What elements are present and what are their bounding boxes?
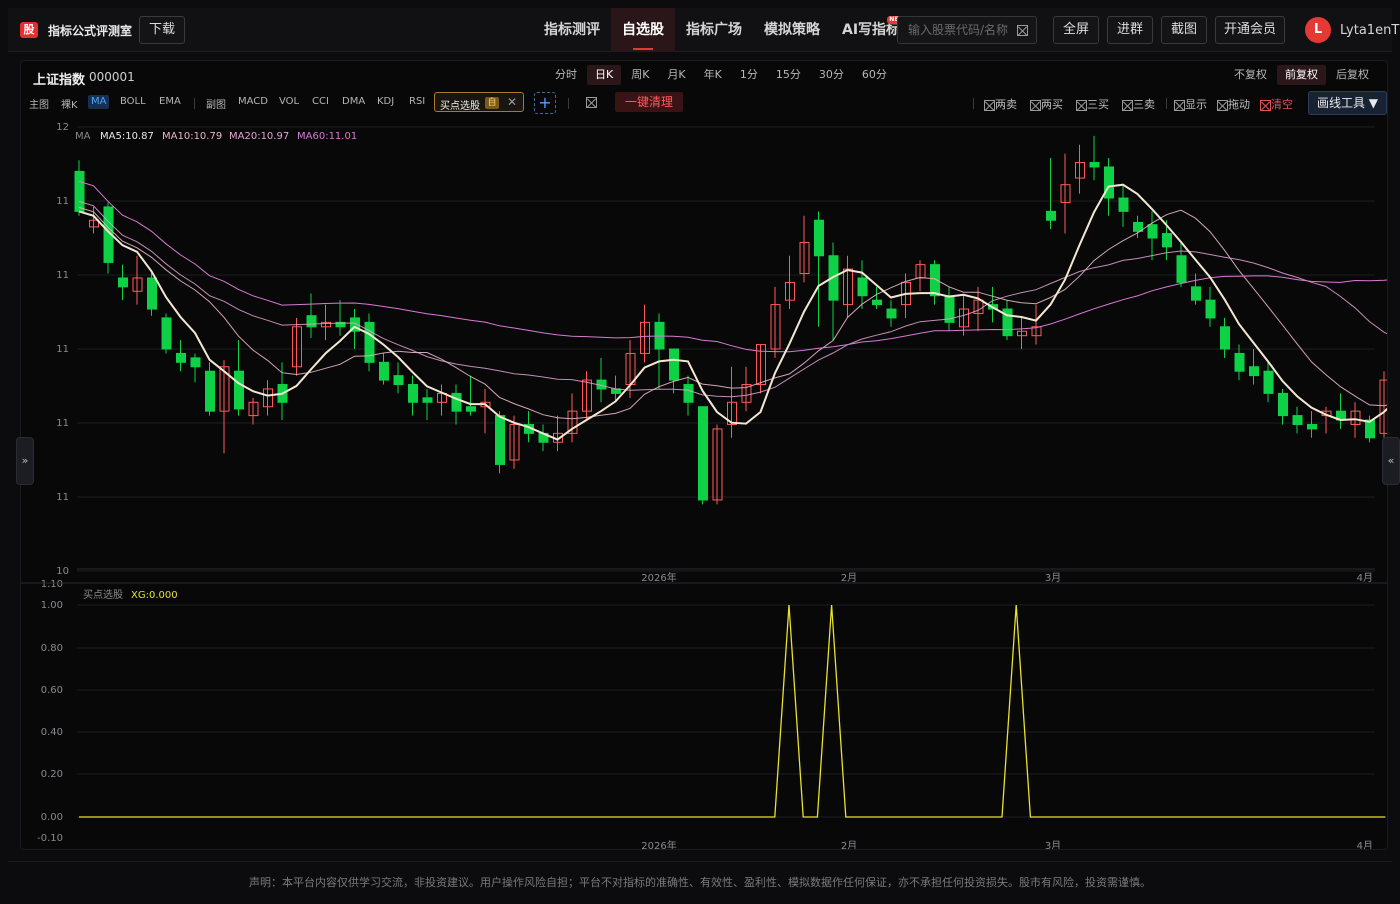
candle-body <box>683 384 694 403</box>
candle-body <box>1292 415 1303 425</box>
candle-body <box>234 370 244 410</box>
sub-y-tick-label: 1.10 <box>41 579 63 590</box>
candle-body <box>190 357 201 368</box>
ma-legend-1: MA5:10.87 <box>100 131 154 142</box>
fullscreen-button[interactable]: 全屏 <box>1053 16 1099 44</box>
nav-sim-strategy[interactable]: 模拟策略 <box>753 8 831 52</box>
candle-body <box>669 348 679 381</box>
candle-body <box>1089 162 1100 168</box>
nav-ai-indicator-label: AI写指标 <box>842 22 901 38</box>
disclaimer: 声明：本平台内容仅供学习交流，非投资建议。用户操作风险自担；平台不对指标的准确性… <box>8 861 1392 900</box>
y-tick-label: 11 <box>56 418 69 429</box>
candle-body <box>1278 392 1288 417</box>
main-nav: 指标测评 自选股 指标广场 模拟策略 AI写指标NEW <box>533 8 911 52</box>
sub-x-tick-label: 3月 <box>1045 840 1061 849</box>
candle-body <box>1205 299 1216 319</box>
x-tick-label: 2月 <box>841 572 857 584</box>
candle-body <box>814 219 824 257</box>
nav-indicator-review[interactable]: 指标测评 <box>533 8 611 52</box>
x-tick-label: 4月 <box>1357 572 1373 584</box>
candle-body <box>930 264 940 297</box>
stock-search <box>897 16 1037 44</box>
nav-watchlist[interactable]: 自选股 <box>611 8 675 52</box>
candle-body <box>451 392 462 412</box>
vip-button[interactable]: 开通会员 <box>1215 16 1285 44</box>
download-button[interactable]: 下载 <box>139 16 185 44</box>
candle-body <box>422 397 433 403</box>
sub-y-tick-label: 0.00 <box>41 812 63 823</box>
search-clear-icon[interactable] <box>1017 25 1028 36</box>
candle-body <box>306 315 317 328</box>
candle-body <box>1234 352 1245 372</box>
top-bar: 股 指标公式评测室 下载 指标测评 自选股 指标广场 模拟策略 AI写指标NEW… <box>8 8 1399 52</box>
y-tick-label: 10 <box>56 566 69 577</box>
sub-x-tick-label: 2月 <box>841 840 857 849</box>
candle-body <box>1162 233 1172 248</box>
xg-legend-value: XG:0.000 <box>131 590 178 601</box>
candle-body <box>74 170 85 212</box>
y-tick-label: 12 <box>56 122 69 133</box>
screenshot-button[interactable]: 截图 <box>1161 16 1207 44</box>
ma-legend-2: MA10:10.79 <box>162 131 222 142</box>
candle-body <box>161 317 172 350</box>
kline-chart[interactable]: 12 11 11 11 11 11 10 2026年 2月 3月 4月 MA MA5:10.87 MA10… <box>21 61 1387 849</box>
candle-body <box>147 277 157 310</box>
candle-body <box>393 375 404 386</box>
app-logo-icon: 股 <box>20 22 38 38</box>
sub-x-tick-label: 4月 <box>1357 840 1373 849</box>
expand-left-tab[interactable]: » <box>16 437 34 485</box>
sub-y-tick-label: 0.60 <box>41 685 63 696</box>
candle-body <box>118 277 128 288</box>
candle-body <box>872 299 882 306</box>
sub-x-tick-label: 2026年 <box>641 839 676 849</box>
join-group-button[interactable]: 进群 <box>1107 16 1153 44</box>
candle-body <box>205 370 215 412</box>
sub-y-tick-label: 1.00 <box>41 600 63 611</box>
candle-body <box>176 352 186 363</box>
candle-body <box>1220 326 1230 350</box>
ma10-line <box>78 206 1387 420</box>
candle-body <box>1365 419 1375 439</box>
candle-body <box>1046 210 1056 221</box>
candle-body <box>408 384 418 403</box>
expand-right-tab[interactable]: « <box>1382 437 1400 485</box>
sub-y-tick-label: 0.80 <box>41 643 63 654</box>
candle-body <box>1104 166 1114 199</box>
y-tick-label: 11 <box>56 344 69 355</box>
chart-panel: 上证指数 000001 分时 日K 周K 月K 年K 1分 15分 30分 60… <box>20 60 1388 850</box>
candle-body <box>1249 366 1259 377</box>
candle-body <box>466 406 476 412</box>
candle-body <box>886 308 897 319</box>
ma-legend-3: MA20:10.97 <box>229 131 289 142</box>
candle-body <box>1176 255 1187 283</box>
candle-body <box>1118 197 1129 212</box>
avatar[interactable]: L <box>1305 17 1331 43</box>
y-tick-label: 11 <box>56 270 69 281</box>
candle-body <box>1307 423 1317 430</box>
sub-y-tick-label: 0.40 <box>41 727 63 738</box>
search-input[interactable] <box>898 17 1008 43</box>
x-tick-label: 2026年 <box>641 571 676 584</box>
candle-body <box>379 361 389 381</box>
app-title: 指标公式评测室 <box>48 24 133 38</box>
ma60-line <box>78 180 1387 353</box>
sub-y-tick-label: 0.20 <box>41 769 63 780</box>
nav-indicator-square[interactable]: 指标广场 <box>675 8 753 52</box>
username[interactable]: Lyta1enT <box>1340 23 1399 38</box>
candle-body <box>1191 286 1201 301</box>
candle-body <box>1147 224 1158 239</box>
ma-legend-0: MA <box>75 131 91 142</box>
ma-legend-4: MA60:11.01 <box>297 131 357 142</box>
candle-body <box>698 406 708 501</box>
xg-line <box>79 604 1386 818</box>
xg-legend-tag: 买点选股 <box>83 588 123 601</box>
y-tick-label: 11 <box>56 492 69 503</box>
sub-y-tick-label: -0.10 <box>37 833 63 844</box>
candle-body <box>1263 370 1274 394</box>
x-tick-label: 3月 <box>1045 572 1061 584</box>
ma5-line <box>78 183 1387 441</box>
y-tick-label: 11 <box>56 196 69 207</box>
candle-body <box>857 277 868 297</box>
candle-body <box>495 415 505 465</box>
